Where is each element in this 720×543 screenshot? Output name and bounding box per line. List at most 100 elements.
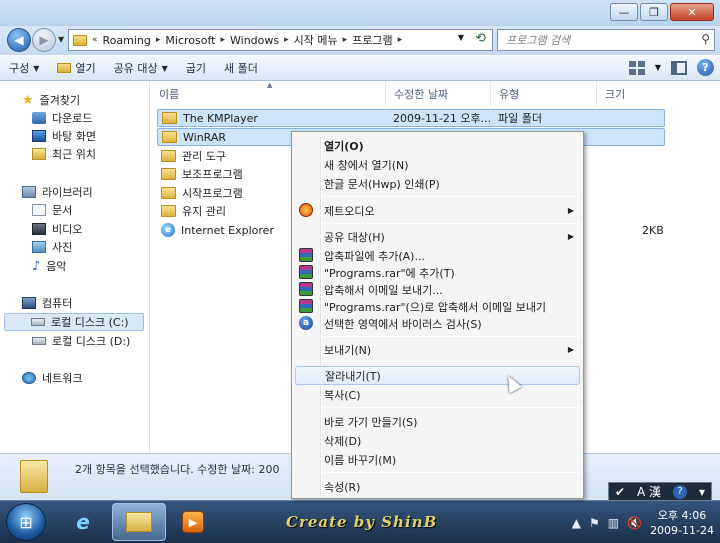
network-tray-icon[interactable]: ▥ — [608, 516, 619, 530]
back-button[interactable]: ◀ — [7, 28, 31, 52]
share-button[interactable]: 공유 대상 ▼ — [105, 58, 177, 78]
menu-item-share[interactable]: 공유 대상(H) ▶ — [295, 227, 580, 246]
folder-icon — [162, 112, 177, 124]
organize-button[interactable]: 구성 ▼ — [0, 58, 48, 78]
nav-desktop[interactable]: 바탕 화면 — [32, 127, 96, 145]
menu-item-label: 압축파일에 추가(A)... — [324, 249, 425, 263]
preview-pane-icon[interactable] — [671, 60, 687, 75]
nav-pictures[interactable]: 사진 — [32, 238, 72, 256]
menu-item-virus-scan[interactable]: a 선택한 영역에서 바이러스 검사(S) — [295, 314, 580, 333]
network-icon — [22, 372, 36, 384]
breadcrumb-programs[interactable]: 프로그램 — [352, 32, 392, 48]
file-name: Internet Explorer — [181, 223, 274, 237]
menu-item-jetaudio[interactable]: 제트오디오 ▶ — [295, 201, 580, 220]
breadcrumb-separator-icon[interactable]: ▸ — [398, 35, 403, 45]
nav-documents[interactable]: 문서 — [32, 201, 72, 219]
action-center-flag-icon[interactable]: ⚑ — [589, 516, 600, 530]
column-header-name[interactable]: 이름 — [151, 81, 386, 106]
taskbar-windows-explorer[interactable] — [112, 503, 166, 541]
help-icon[interactable]: ? — [697, 59, 714, 76]
nav-network[interactable]: 네트워크 — [22, 369, 82, 387]
nav-drive-d-label: 로컬 디스크 (D:) — [52, 335, 131, 348]
search-icon[interactable]: ⚲ — [701, 32, 710, 46]
recent-places-icon — [32, 148, 46, 160]
taskbar-internet-explorer[interactable]: e — [56, 503, 110, 541]
refresh-icon[interactable]: ⟲ — [475, 31, 486, 46]
menu-item-properties[interactable]: 속성(R) — [295, 477, 580, 496]
open-button[interactable]: 열기 — [48, 58, 104, 78]
open-label: 열기 — [75, 62, 96, 75]
menu-item-copy[interactable]: 복사(C) — [295, 385, 580, 404]
watermark-text: Create by ShinB — [286, 513, 438, 531]
nav-favorites[interactable]: ★ 즐겨찾기 — [22, 91, 80, 109]
hard-drive-icon — [31, 318, 45, 326]
new-folder-button[interactable]: 새 폴더 — [215, 58, 267, 78]
menu-separator — [323, 407, 580, 408]
menu-separator — [323, 336, 580, 337]
menu-item-label: 복사(C) — [324, 388, 361, 402]
menu-item-cut[interactable]: 잘라내기(T) — [295, 366, 580, 385]
breadcrumb-separator-icon[interactable]: ▸ — [284, 35, 289, 45]
file-name: 유지 관리 — [182, 205, 226, 218]
volume-muted-icon[interactable]: 🔇 — [627, 516, 642, 530]
burn-button[interactable]: 굽기 — [177, 58, 215, 78]
menu-item-label: 이름 바꾸기(M) — [324, 453, 397, 467]
breadcrumb-microsoft[interactable]: Microsoft — [165, 34, 215, 47]
column-header-size[interactable]: 크기 — [597, 81, 707, 106]
nav-libraries-label: 라이브러리 — [42, 186, 93, 199]
jetaudio-icon — [299, 203, 313, 217]
address-dropdown-icon[interactable]: ▼ — [458, 33, 464, 42]
breadcrumb-windows[interactable]: Windows — [230, 34, 279, 47]
nav-recent[interactable]: 최근 위치 — [32, 145, 96, 163]
breadcrumb-start-menu[interactable]: 시작 메뉴 — [294, 32, 338, 48]
nav-libraries[interactable]: 라이브러리 — [22, 183, 93, 201]
clock-time: 오후 4:06 — [657, 508, 707, 522]
breadcrumb-separator-icon[interactable]: ▸ — [220, 35, 225, 45]
folder-icon — [162, 131, 177, 143]
language-bar[interactable]: ✔ A 漢 ? ▾ — [608, 482, 712, 501]
column-header-modified[interactable]: 수정한 날짜 — [386, 81, 491, 106]
breadcrumb-separator-icon[interactable]: ▸ — [343, 35, 348, 45]
star-icon: ★ — [22, 92, 34, 108]
menu-item-rename[interactable]: 이름 바꾸기(M) — [295, 450, 580, 469]
ime-options-icon[interactable]: ▾ — [699, 485, 705, 499]
ime-help-icon[interactable]: ? — [673, 484, 688, 499]
menu-item-send-to[interactable]: 보내기(N) ▶ — [295, 340, 580, 359]
search-input[interactable]: 프로그램 검색 ⚲ — [497, 29, 715, 51]
menu-item-open[interactable]: 열기(O) — [295, 136, 580, 155]
breadcrumb-separator-icon[interactable]: ▸ — [156, 35, 161, 45]
breadcrumb-roaming[interactable]: Roaming — [103, 34, 151, 47]
taskbar-media-player[interactable]: ▶ — [166, 503, 220, 541]
share-label: 공유 대상 — [113, 62, 158, 75]
show-hidden-icons-icon[interactable]: ▲ — [572, 516, 581, 530]
desktop-icon — [32, 130, 46, 142]
maximize-button[interactable]: ❐ — [640, 3, 668, 21]
nav-music[interactable]: ♪ 음악 — [32, 257, 67, 275]
menu-item-open-new-window[interactable]: 새 창에서 열기(N) — [295, 155, 580, 174]
nav-drive-c[interactable]: 로컬 디스크 (C:) — [4, 313, 144, 331]
nav-computer[interactable]: 컴퓨터 — [22, 294, 72, 312]
minimize-button[interactable]: — — [610, 3, 638, 21]
menu-item-hwp-print[interactable]: 한글 문서(Hwp) 인쇄(P) — [295, 174, 580, 193]
column-header-type[interactable]: 유형 — [491, 81, 597, 106]
file-size: 2KB — [642, 223, 664, 237]
address-bar[interactable]: « Roaming ▸ Microsoft ▸ Windows ▸ 시작 메뉴 … — [68, 29, 493, 51]
menu-item-create-shortcut[interactable]: 바로 가기 만들기(S) — [295, 412, 580, 431]
nav-videos[interactable]: 비디오 — [32, 220, 82, 238]
nav-drive-d[interactable]: 로컬 디스크 (D:) — [32, 332, 130, 350]
clock[interactable]: 오후 4:06 2009-11-24 — [650, 508, 714, 538]
forward-button[interactable]: ▶ — [32, 28, 56, 52]
recent-pages-dropdown-icon[interactable]: ▼ — [58, 35, 64, 44]
breadcrumb-overflow-icon[interactable]: « — [92, 35, 98, 45]
menu-item-delete[interactable]: 삭제(D) — [295, 431, 580, 450]
menu-item-label: 한글 문서(Hwp) 인쇄(P) — [324, 177, 440, 191]
ime-mode[interactable]: A 漢 — [637, 483, 661, 500]
view-dropdown-icon[interactable]: ▼ — [655, 63, 661, 72]
nav-downloads[interactable]: 다운로드 — [32, 109, 92, 127]
winrar-icon — [299, 265, 313, 279]
close-button[interactable]: ✕ — [670, 3, 714, 21]
change-view-icon[interactable] — [628, 60, 645, 75]
start-button[interactable]: ⊞ — [6, 503, 46, 541]
file-row-kmplayer[interactable]: The KMPlayer 2009-11-21 오후... 파일 폴더 — [157, 109, 665, 127]
nav-music-label: 음악 — [46, 260, 67, 273]
